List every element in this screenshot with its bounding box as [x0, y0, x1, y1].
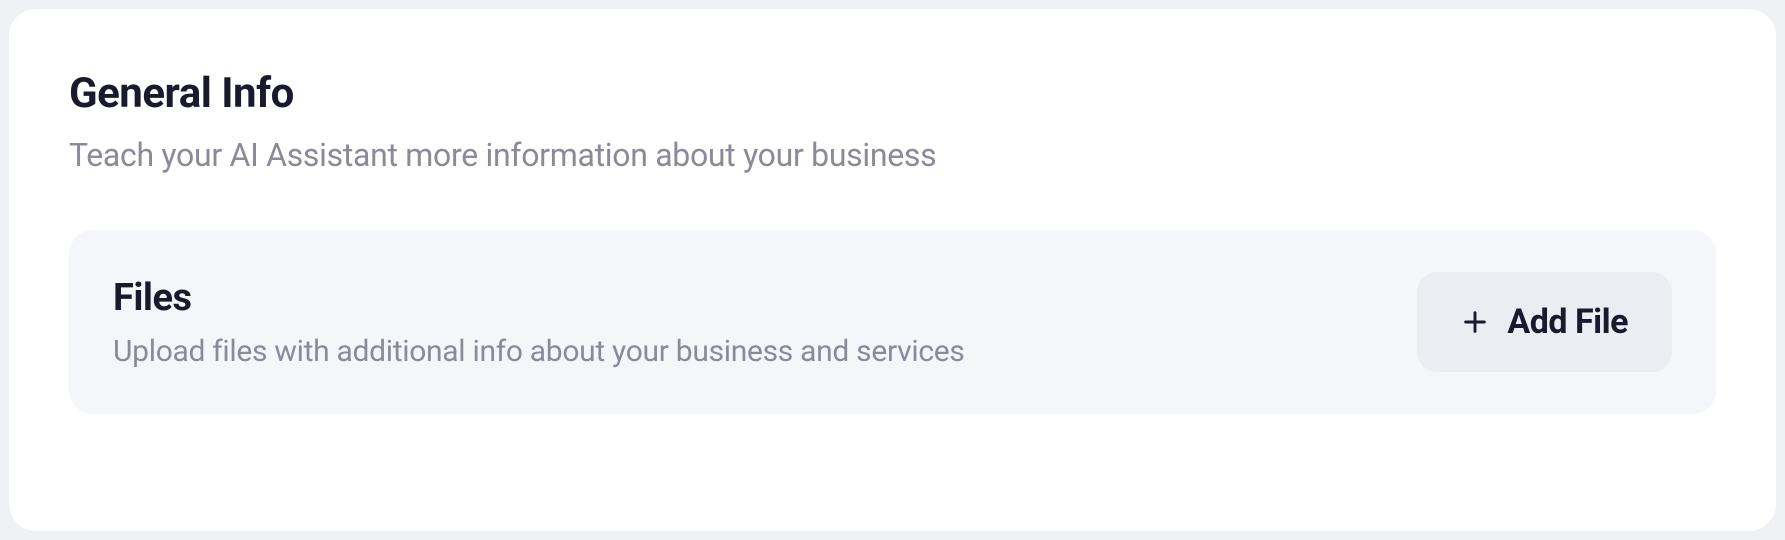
add-file-label: Add File — [1507, 302, 1628, 342]
files-title: Files — [113, 276, 965, 320]
card-title: General Info — [69, 69, 1716, 118]
files-info: Files Upload files with additional info … — [113, 276, 965, 369]
files-section: Files Upload files with additional info … — [69, 230, 1716, 414]
card-header: General Info Teach your AI Assistant mor… — [69, 69, 1716, 174]
plus-icon — [1461, 308, 1489, 336]
add-file-button[interactable]: Add File — [1417, 272, 1672, 372]
card-subtitle: Teach your AI Assistant more information… — [69, 136, 1716, 174]
general-info-card: General Info Teach your AI Assistant mor… — [8, 8, 1777, 532]
files-subtitle: Upload files with additional info about … — [113, 334, 965, 369]
